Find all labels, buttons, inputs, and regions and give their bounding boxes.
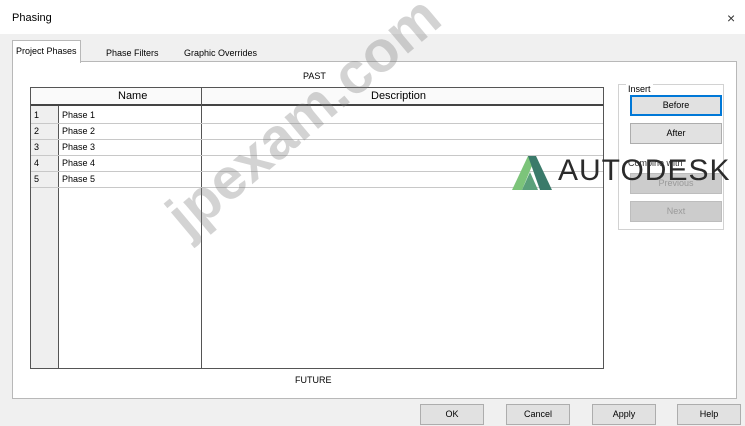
phase-description-cell[interactable] xyxy=(205,110,601,123)
row-number: 4 xyxy=(34,158,40,168)
phases-table: Name Description 1 Phase 1 2 Phase 2 3 P… xyxy=(30,87,604,369)
column-header-description[interactable]: Description xyxy=(371,90,426,102)
tab-phase-filters[interactable]: Phase Filters xyxy=(102,44,163,62)
autodesk-triangle-icon xyxy=(512,156,552,190)
phase-description-cell[interactable] xyxy=(205,126,601,139)
insert-before-button[interactable]: Before xyxy=(630,95,722,116)
past-label: PAST xyxy=(303,71,326,81)
title-bar: Phasing × xyxy=(0,0,745,34)
phase-name-cell[interactable]: Phase 5 xyxy=(62,174,95,184)
cancel-button[interactable]: Cancel xyxy=(506,404,570,425)
tab-graphic-overrides[interactable]: Graphic Overrides xyxy=(180,44,261,62)
phase-name-cell[interactable]: Phase 1 xyxy=(62,110,95,120)
apply-button[interactable]: Apply xyxy=(592,404,656,425)
table-row[interactable]: 1 Phase 1 xyxy=(31,108,603,124)
window-title: Phasing xyxy=(12,12,52,24)
table-row[interactable]: 2 Phase 2 xyxy=(31,124,603,140)
row-number: 1 xyxy=(34,110,40,120)
row-number: 3 xyxy=(34,142,40,152)
phase-name-cell[interactable]: Phase 2 xyxy=(62,126,95,136)
combine-next-button[interactable]: Next xyxy=(630,201,722,222)
autodesk-logo-text: AUTODESK xyxy=(558,154,731,187)
ok-button[interactable]: OK xyxy=(420,404,484,425)
project-phases-panel: PAST Name Description 1 Phase 1 2 Phase … xyxy=(12,61,737,399)
insert-after-button[interactable]: After xyxy=(630,123,722,144)
phase-name-cell[interactable]: Phase 3 xyxy=(62,142,95,152)
phase-name-cell[interactable]: Phase 4 xyxy=(62,158,95,168)
future-label: FUTURE xyxy=(295,375,332,385)
insert-group-label: Insert xyxy=(626,84,653,94)
column-header-name[interactable]: Name xyxy=(118,90,147,102)
autodesk-logo: AUTODESK xyxy=(508,152,745,196)
help-button[interactable]: Help xyxy=(677,404,741,425)
table-header: Name Description xyxy=(31,88,603,106)
tab-project-phases[interactable]: Project Phases xyxy=(12,40,81,63)
row-number: 2 xyxy=(34,126,40,136)
close-icon[interactable]: × xyxy=(727,10,735,26)
row-number: 5 xyxy=(34,174,40,184)
